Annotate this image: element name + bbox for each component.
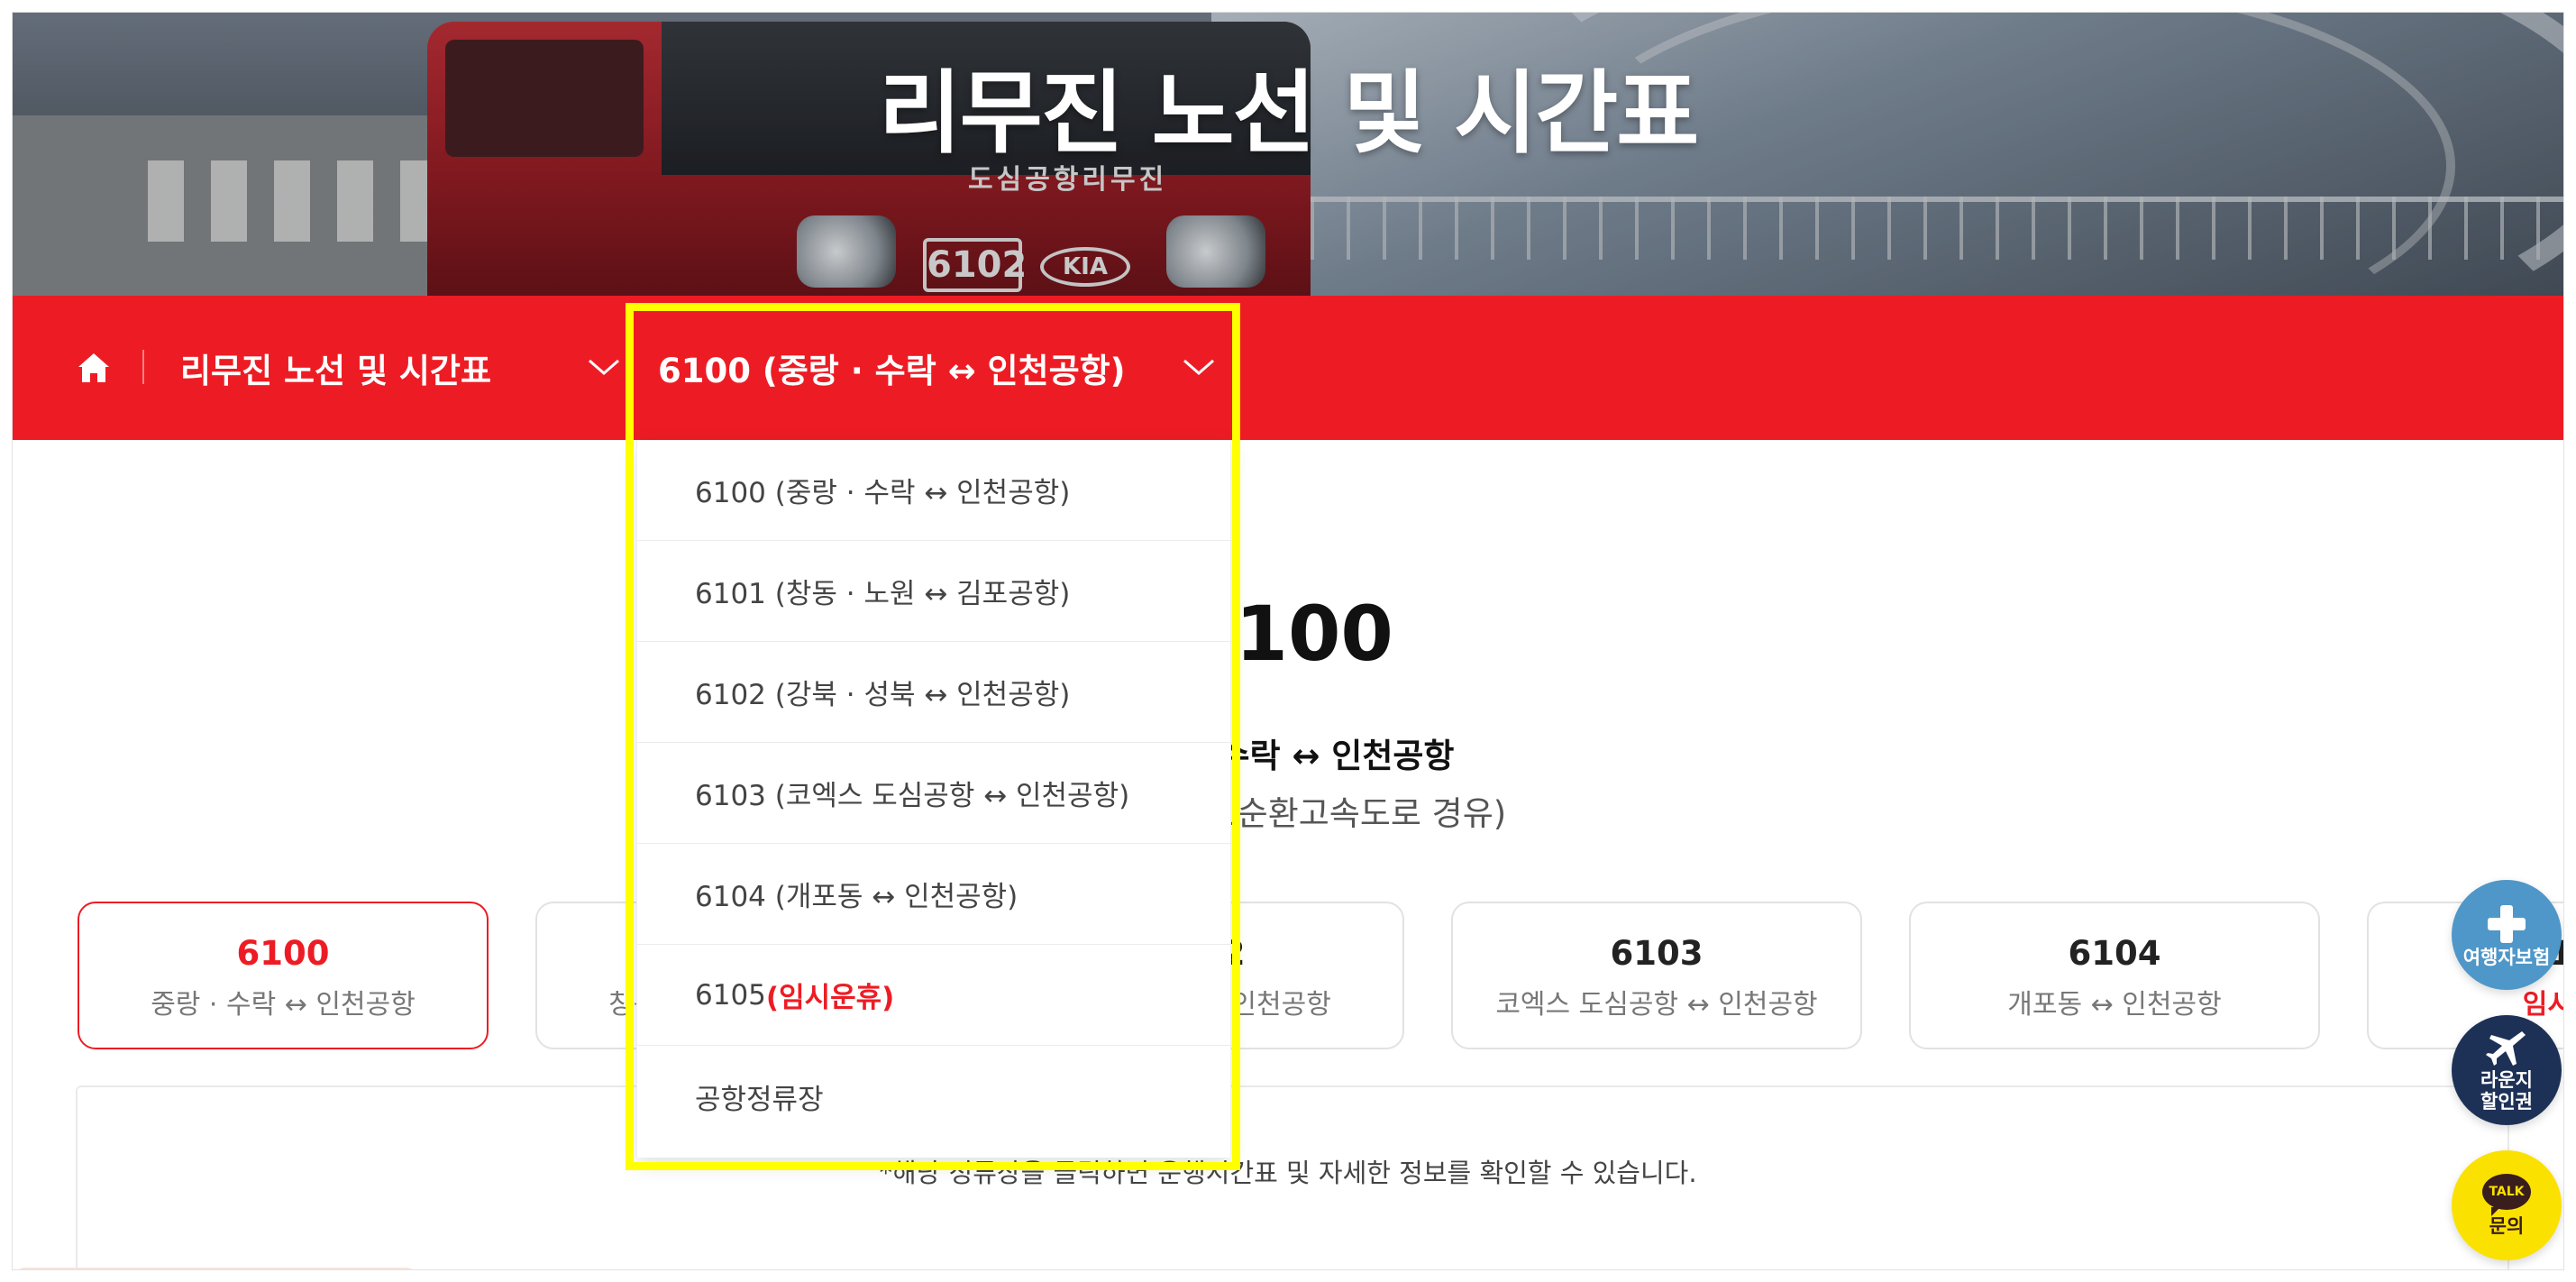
breadcrumb-bar: 리무진 노선 및 시간표 6100 (중랑 · 수락 ↔ 인천공항): [13, 296, 2563, 440]
dropdown-item-status: (임시운휴): [765, 982, 895, 1014]
dropdown-item-airport-stops[interactable]: 공항정류장: [637, 1046, 1232, 1147]
breadcrumb-menu-category-label: 리무진 노선 및 시간표: [180, 352, 492, 390]
page-title: 리무진 노선 및 시간표: [878, 60, 1699, 166]
chevron-down-icon: [1183, 359, 1214, 375]
chevron-down-icon: [589, 359, 619, 375]
travel-insurance-label: 여행자보험: [2462, 947, 2551, 968]
stop-notice: *해당 정류장을 클릭하면 운행시간표 및 자세한 정보를 확인할 수 있습니다…: [879, 1158, 1697, 1188]
dropdown-item-label: 6101 (창동 · 노원 ↔ 김포공항): [695, 578, 1071, 610]
dropdown-item-6100[interactable]: 6100 (중랑 · 수락 ↔ 인천공항): [637, 440, 1232, 541]
route-card-number: 6103: [1610, 934, 1704, 973]
hero-banner: 도심공항리무진 6102 KIA 리무진 노선 및 시간표: [13, 13, 2563, 296]
route-card-status: 임시운휴: [2522, 989, 2563, 1021]
talk-label: 문의: [2489, 1215, 2525, 1237]
breadcrumb-menu-route[interactable]: 6100 (중랑 · 수락 ↔ 인천공항): [658, 332, 1217, 404]
route-card-6104[interactable]: 6104 개포동 ↔ 인천공항: [1909, 902, 2320, 1049]
talk-icon: TALK: [2482, 1174, 2531, 1216]
kakao-talk-button[interactable]: TALK 문의: [2452, 1150, 2562, 1260]
breadcrumb-menu-route-label: 6100 (중랑 · 수락 ↔ 인천공항): [658, 352, 1126, 390]
airplane-icon: [2486, 1031, 2526, 1066]
bottom-edge-tab: [13, 1268, 418, 1269]
dropdown-item-label: 6105: [695, 978, 766, 1012]
page-frame: 도심공항리무진 6102 KIA 리무진 노선 및 시간표 리무진 노선 및 시…: [13, 13, 2563, 1269]
route-card-number: 6104: [2068, 934, 2161, 973]
route-card-6100[interactable]: 6100 중랑 · 수락 ↔ 인천공항: [78, 902, 489, 1049]
lounge-label-line2: 할인권: [2480, 1091, 2533, 1113]
dropdown-item-label: 6103 (코엑스 도심공항 ↔ 인천공항): [695, 780, 1130, 812]
route-card-desc: 코엑스 도심공항 ↔ 인천공항: [1495, 989, 1818, 1021]
breadcrumb-divider: [142, 350, 144, 384]
route-via: (수도권 제1순환고속도로 경유): [1069, 794, 1507, 833]
breadcrumb-menu-category[interactable]: 리무진 노선 및 시간표: [180, 332, 622, 404]
route-card-desc: 중랑 · 수락 ↔ 인천공항: [151, 989, 416, 1021]
lounge-coupon-button[interactable]: 라운지 할인권: [2452, 1015, 2562, 1125]
dropdown-item-label: 6102 (강북 · 성북 ↔ 인천공항): [695, 679, 1071, 711]
dropdown-item-label: 6100 (중랑 · 수락 ↔ 인천공항): [695, 477, 1071, 509]
route-number: 6100: [1183, 590, 1393, 678]
travel-insurance-button[interactable]: 여행자보험: [2452, 880, 2562, 990]
route-name: 중랑 · 수락 ↔ 인천공항: [1121, 737, 1455, 775]
dropdown-item-6105[interactable]: 6105 (임시운휴): [637, 945, 1232, 1046]
dropdown-item-6104[interactable]: 6104 (개포동 ↔ 인천공항): [637, 844, 1232, 945]
route-card-desc: 개포동 ↔ 인천공항: [2007, 989, 2222, 1021]
dropdown-item-6103[interactable]: 6103 (코엑스 도심공항 ↔ 인천공항): [637, 743, 1232, 844]
dropdown-item-6102[interactable]: 6102 (강북 · 성북 ↔ 인천공항): [637, 642, 1232, 743]
dropdown-item-label: 공항정류장: [695, 1083, 824, 1116]
route-dropdown-menu: 6100 (중랑 · 수락 ↔ 인천공항) 6101 (창동 · 노원 ↔ 김포…: [636, 440, 1232, 1158]
dropdown-item-6101[interactable]: 6101 (창동 · 노원 ↔ 김포공항): [637, 541, 1232, 642]
route-card-6103[interactable]: 6103 코엑스 도심공항 ↔ 인천공항: [1451, 902, 1862, 1049]
home-icon[interactable]: [76, 350, 112, 386]
dropdown-item-label: 6104 (개포동 ↔ 인천공항): [695, 881, 1019, 913]
route-card-number: 6100: [236, 934, 330, 973]
lounge-label-line1: 라운지: [2480, 1069, 2533, 1091]
plus-icon: [2488, 905, 2526, 943]
